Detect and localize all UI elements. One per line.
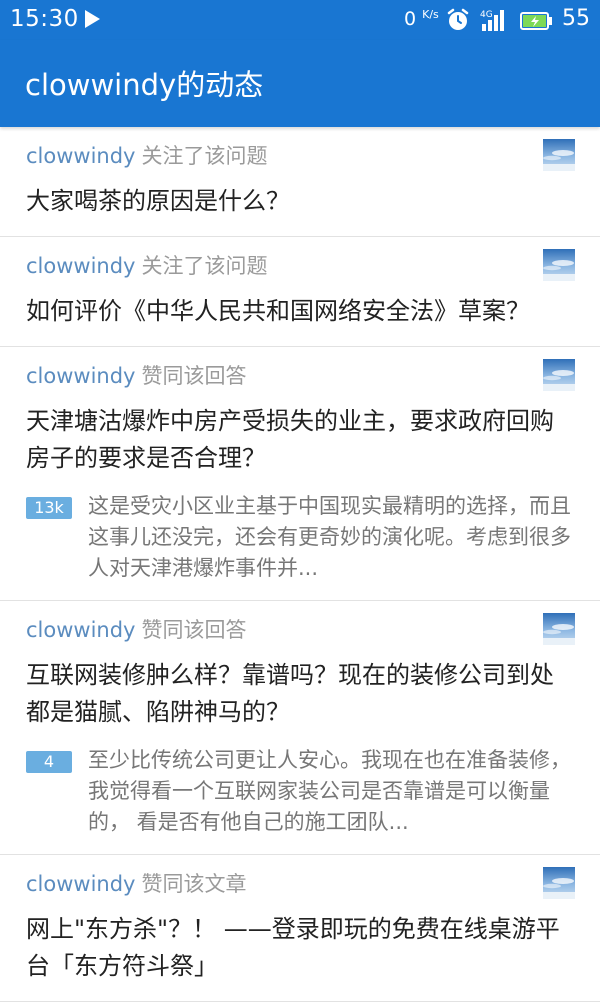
question-title[interactable]: 天津塘沽爆炸中房产受损失的业主，要求政府回购房子的要求是否合理？ bbox=[26, 403, 574, 477]
activity-feed: clowwindy 关注了该问题 大家喝茶的原因是什么？ clowwindy 关注了该问… bbox=[0, 127, 600, 1002]
feed-item[interactable]: clowwindy 赞同该回答天津塘沽爆炸中房产受损失的业主，要求政府回购房子的要… bbox=[0, 347, 600, 601]
feed-item-username[interactable]: clowwindy bbox=[26, 254, 135, 278]
play-icon bbox=[82, 9, 102, 29]
feed-item-username[interactable]: clowwindy bbox=[26, 618, 135, 642]
feed-item-action: 关注了该问题 bbox=[141, 254, 268, 278]
avatar[interactable] bbox=[543, 613, 575, 645]
net-speed-value: 0 bbox=[404, 8, 417, 30]
app-bar: clowwindy的动态 bbox=[0, 40, 600, 127]
feed-item-action: 赞同该回答 bbox=[141, 364, 247, 388]
feed-item[interactable]: clowwindy 赞同该文章网上"东方杀"？！ ——登录即玩的免费在线桌游平台「… bbox=[0, 855, 600, 1002]
feed-item-meta: clowwindy 赞同该回答 bbox=[26, 361, 574, 391]
net-speed: 0 K/s bbox=[404, 8, 439, 30]
feed-item-action: 赞同该回答 bbox=[141, 618, 247, 642]
feed-item-meta: clowwindy 关注了该问题 bbox=[26, 251, 574, 281]
page-title: clowwindy的动态 bbox=[25, 68, 264, 102]
feed-item-username[interactable]: clowwindy bbox=[26, 144, 135, 168]
question-title[interactable]: 大家喝茶的原因是什么？ bbox=[26, 183, 574, 220]
feed-item-username[interactable]: clowwindy bbox=[26, 364, 135, 388]
feed-item[interactable]: clowwindy 关注了该问题如何评价《中华人民共和国网络安全法》草案？ bbox=[0, 237, 600, 347]
signal-icon: 4G bbox=[480, 8, 510, 32]
answer-excerpt: 至少比传统公司更让人安心。我现在也在准备装修，我觉得看一个互联网家装公司是否靠谱… bbox=[88, 748, 571, 834]
net-speed-unit: K/s bbox=[422, 8, 439, 21]
question-title[interactable]: 互联网装修肿么样？靠谱吗？现在的装修公司到处都是猫腻、陷阱神马的？ bbox=[26, 657, 574, 731]
feed-item-username[interactable]: clowwindy bbox=[26, 872, 135, 896]
avatar[interactable] bbox=[543, 359, 575, 391]
alarm-icon bbox=[446, 8, 470, 32]
avatar[interactable] bbox=[543, 867, 575, 899]
feed-item-meta: clowwindy 关注了该问题 bbox=[26, 141, 574, 171]
feed-item-meta: clowwindy 赞同该文章 bbox=[26, 869, 574, 899]
feed-item-meta: clowwindy 赞同该回答 bbox=[26, 615, 574, 645]
feed-item-action: 关注了该问题 bbox=[141, 144, 268, 168]
feed-item-action: 赞同该文章 bbox=[141, 872, 247, 896]
question-title[interactable]: 如何评价《中华人民共和国网络安全法》草案？ bbox=[26, 293, 574, 330]
avatar[interactable] bbox=[543, 139, 575, 171]
answer-excerpt: 这是受灾小区业主基于中国现实最精明的选择，而且这事儿还没完，还会有更奇妙的演化呢… bbox=[88, 494, 571, 580]
status-time: 15:30 bbox=[10, 6, 79, 32]
feed-item[interactable]: clowwindy 关注了该问题大家喝茶的原因是什么？ bbox=[0, 127, 600, 237]
battery-icon bbox=[520, 11, 552, 30]
vote-count-badge: 4 bbox=[26, 751, 72, 773]
avatar[interactable] bbox=[543, 249, 575, 281]
feed-item[interactable]: clowwindy 赞同该回答互联网装修肿么样？靠谱吗？现在的装修公司到处都是猫腻… bbox=[0, 601, 600, 855]
answer-preview[interactable]: 4 至少比传统公司更让人安心。我现在也在准备装修，我觉得看一个互联网家装公司是否靠… bbox=[26, 745, 574, 838]
battery-level: 55 bbox=[562, 6, 590, 31]
answer-preview[interactable]: 13k 这是受灾小区业主基于中国现实最精明的选择，而且这事儿还没完，还会有更奇妙的… bbox=[26, 491, 574, 584]
vote-count-badge: 13k bbox=[26, 497, 72, 519]
network-type-label: 4G bbox=[480, 10, 493, 20]
status-bar: 15:30 0 K/s 4G 55 bbox=[0, 0, 600, 40]
question-title[interactable]: 网上"东方杀"？！ ——登录即玩的免费在线桌游平台「东方符斗祭」 bbox=[26, 911, 574, 985]
